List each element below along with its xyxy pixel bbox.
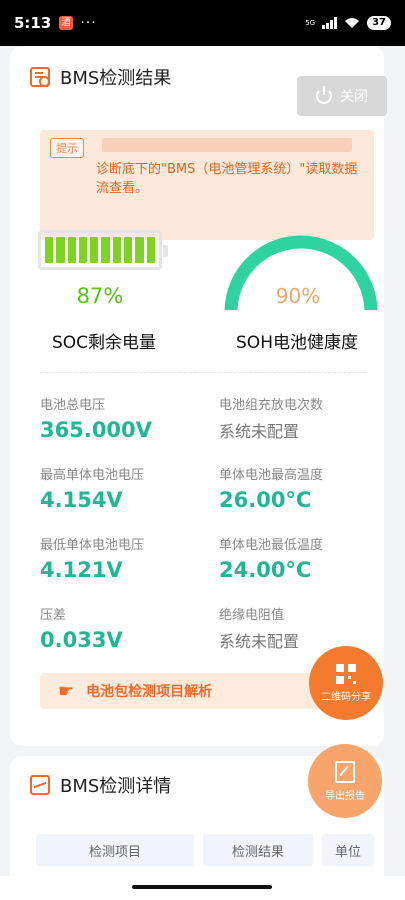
- report-icon: [30, 67, 50, 87]
- bms-detail-header: BMS检测详情: [30, 772, 171, 798]
- status-bar: 5:13 酒 ··· 5G 37: [0, 0, 405, 46]
- soh-value: 90%: [275, 284, 321, 308]
- metric-value: 4.121V: [40, 558, 123, 582]
- metric-label: 压差: [40, 608, 67, 623]
- metric-value: 4.154V: [40, 488, 123, 512]
- network-type: 5G: [305, 18, 316, 27]
- wifi-icon: [345, 18, 360, 28]
- metric-label: 最高单体电池电压: [40, 468, 145, 483]
- bms-result-card: BMS检测结果 关闭 提示 诊断底下的"BMS（电池管理系统）"读取数据流查看。…: [10, 46, 387, 746]
- soc-battery-segment: [45, 237, 54, 263]
- metric-label: 单体电池最高温度: [219, 468, 324, 483]
- close-button-label: 关闭: [340, 89, 368, 105]
- table-header-item: 检测项目: [36, 834, 194, 866]
- pointing-hand-icon: ☛: [58, 680, 75, 702]
- soc-battery-segment: [56, 237, 65, 263]
- battery-indicator: 37: [367, 16, 391, 30]
- soc-battery-segment: [78, 237, 88, 263]
- tip-box: 提示 诊断底下的"BMS（电池管理系统）"读取数据流查看。: [40, 130, 374, 240]
- soc-battery-segment: [112, 237, 122, 263]
- tip-text: 诊断底下的"BMS（电池管理系统）"读取数据流查看。: [96, 162, 358, 196]
- tip-obscured-text: [102, 138, 352, 152]
- metric-label: 绝缘电阻值: [219, 608, 285, 623]
- app-notification-icon: 酒: [59, 16, 74, 30]
- metric-value: 0.033V: [40, 628, 123, 652]
- soc-label: SOC剩余电量: [51, 333, 157, 353]
- power-icon: [316, 86, 332, 104]
- status-time: 5:13: [14, 14, 52, 32]
- metric-label: 单体电池最低温度: [219, 538, 324, 553]
- soc-battery-segment: [135, 237, 144, 263]
- export-report-button[interactable]: 导出报告: [308, 744, 382, 818]
- qr-share-label: 二维码分享: [321, 691, 371, 703]
- detail-title: BMS检测详情: [60, 776, 172, 797]
- metric-label: 电池总电压: [40, 398, 106, 413]
- qr-share-button[interactable]: 二维码分享: [309, 646, 383, 720]
- table-header-unit: 单位: [322, 834, 374, 866]
- more-notifications-icon: ···: [80, 15, 97, 31]
- page-title: BMS检测结果: [60, 68, 172, 89]
- metric-label: 最低单体电池电压: [40, 538, 145, 553]
- tip-tag: 提示: [50, 138, 84, 158]
- soc-battery-icon: [38, 230, 168, 270]
- soc-battery-segment: [90, 237, 99, 263]
- soc-value: 87%: [76, 284, 124, 308]
- soc-battery-segment: [67, 237, 76, 263]
- metric-value: 26.00°C: [219, 488, 312, 512]
- signal-icon: [322, 17, 338, 29]
- divider: [40, 372, 366, 373]
- metric-value: 系统未配置: [219, 632, 300, 651]
- close-button[interactable]: 关闭: [297, 76, 387, 116]
- chart-icon: [30, 775, 50, 795]
- qr-code-icon: [336, 663, 356, 684]
- table-header-result: 检测结果: [203, 834, 313, 866]
- analysis-label: 电池包检测项目解析: [86, 684, 213, 700]
- soc-battery-segment: [146, 237, 155, 263]
- metric-label: 电池组充放电次数: [219, 398, 324, 413]
- metric-value: 365.000V: [40, 418, 152, 442]
- metric-value: 系统未配置: [219, 422, 300, 441]
- metric-value: 24.00°C: [219, 558, 312, 582]
- bms-result-header: BMS检测结果: [30, 64, 171, 90]
- soh-label: SOH电池健康度: [236, 333, 358, 353]
- export-report-label: 导出报告: [325, 790, 365, 802]
- home-indicator: [0, 876, 405, 900]
- edit-document-icon: [335, 760, 355, 783]
- soc-battery-segment: [101, 237, 110, 263]
- soc-battery-segment: [124, 237, 133, 263]
